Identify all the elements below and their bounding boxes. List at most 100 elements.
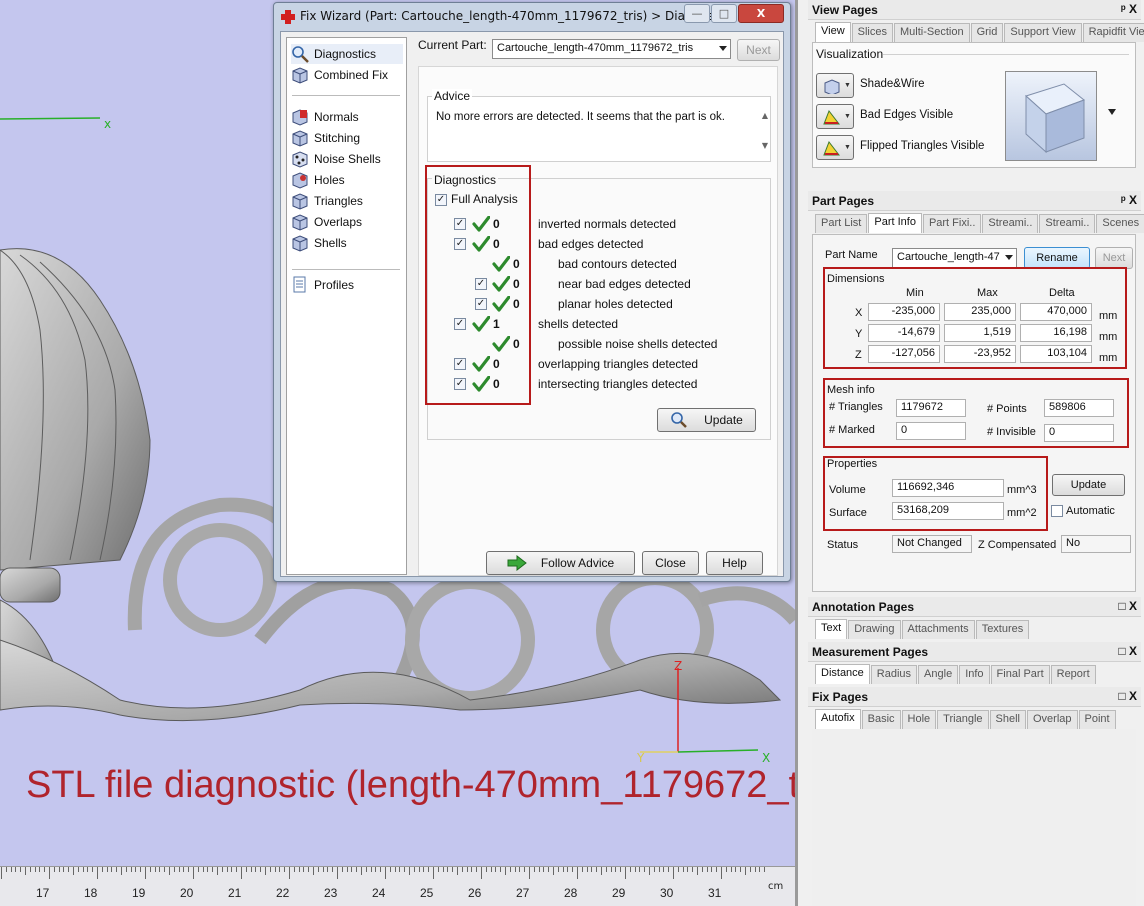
- diagnostics-update-button[interactable]: Update: [657, 408, 756, 432]
- pin-icon[interactable]: ᵖ: [1121, 193, 1126, 207]
- fix-pages-header: Fix Pages □ X: [808, 687, 1141, 707]
- pin-icon[interactable]: ᵖ: [1121, 2, 1126, 16]
- ruler-tick: [543, 867, 545, 872]
- scroll-up-icon[interactable]: ▲: [762, 111, 768, 120]
- float-icon[interactable]: □: [1118, 644, 1125, 658]
- ruler-tick: [77, 867, 79, 872]
- ruler: 17 18 19 20 21 22 23 24 25 26 27 28 29 30 31 cm: [0, 866, 795, 906]
- nav-item-normals[interactable]: Normals: [291, 107, 403, 127]
- view-cube-preview[interactable]: [1005, 71, 1097, 161]
- ruler-tick: [1, 867, 2, 879]
- ruler-tick: [332, 867, 334, 872]
- tab-streami-[interactable]: Streami..: [982, 214, 1039, 233]
- maximize-button[interactable]: □: [711, 4, 737, 23]
- tab-slices[interactable]: Slices: [851, 23, 893, 42]
- panel-controls[interactable]: ᵖ X: [1121, 2, 1137, 16]
- nav-item-holes[interactable]: Holes: [291, 170, 403, 190]
- tab-distance[interactable]: Distance: [815, 664, 870, 684]
- tab-overlap[interactable]: Overlap: [1026, 710, 1078, 729]
- panel-close-icon[interactable]: X: [1129, 599, 1137, 613]
- tab-autofix[interactable]: Autofix: [815, 709, 861, 729]
- properties-update-button[interactable]: Update: [1052, 474, 1125, 496]
- tab-rapidfit-view[interactable]: Rapidfit View: [1082, 23, 1144, 42]
- nav-item-triangles[interactable]: Triangles: [291, 191, 403, 211]
- tab-drawing[interactable]: Drawing: [848, 620, 901, 639]
- tab-final-part[interactable]: Final Part: [990, 665, 1050, 684]
- panel-close-icon[interactable]: X: [1129, 193, 1137, 207]
- tab-part-info[interactable]: Part Info: [868, 213, 922, 233]
- nav-item-label: Triangles: [314, 194, 363, 208]
- next-button[interactable]: Next: [737, 39, 780, 61]
- nav-item-shells[interactable]: Shells: [291, 233, 403, 253]
- bad-edges-toggle[interactable]: ▼: [816, 104, 854, 129]
- tab-triangle[interactable]: Triangle: [937, 710, 989, 729]
- nav-item-overlaps[interactable]: Overlaps: [291, 212, 403, 232]
- panel-close-icon[interactable]: X: [1129, 2, 1137, 16]
- tab-part-list[interactable]: Part List: [815, 214, 868, 233]
- part-name-select[interactable]: Cartouche_length-47: [892, 248, 1017, 268]
- ruler-tick: [375, 867, 377, 872]
- annotation-highlight-diagnostics: [425, 165, 531, 405]
- tab-text[interactable]: Text: [815, 619, 848, 639]
- ruler-tick: [245, 867, 247, 872]
- tab-shell[interactable]: Shell: [989, 710, 1026, 729]
- ruler-tick: [653, 867, 655, 872]
- tab-grid[interactable]: Grid: [970, 23, 1004, 42]
- current-part-select[interactable]: Cartouche_length-470mm_1179672_tris: [492, 39, 731, 59]
- tab-scenes[interactable]: Scenes: [1096, 214, 1144, 233]
- panel-close-icon[interactable]: X: [1129, 689, 1137, 703]
- minimize-button[interactable]: —: [684, 4, 710, 23]
- nav-item-stitching[interactable]: Stitching: [291, 128, 403, 148]
- shade-wire-toggle[interactable]: ▼: [816, 73, 854, 98]
- tab-hole[interactable]: Hole: [901, 710, 937, 729]
- tab-multi-section[interactable]: Multi-Section: [894, 23, 970, 42]
- help-button[interactable]: Help: [706, 551, 763, 575]
- nav-item-diagnostics[interactable]: Diagnostics: [291, 44, 403, 64]
- close-button[interactable]: Close: [642, 551, 699, 575]
- tab-support-view[interactable]: Support View: [1004, 23, 1082, 42]
- float-icon[interactable]: □: [1118, 599, 1125, 613]
- ruler-tick: [5, 867, 7, 872]
- tab-streami-[interactable]: Streami..: [1039, 214, 1096, 233]
- close-window-button[interactable]: X: [738, 4, 784, 23]
- tab-view[interactable]: View: [815, 22, 851, 42]
- flipped-triangles-toggle[interactable]: ▼: [816, 135, 854, 160]
- panel-controls[interactable]: □ X: [1118, 599, 1137, 613]
- panel-close-icon[interactable]: X: [1129, 644, 1137, 658]
- follow-advice-button[interactable]: Follow Advice: [486, 551, 635, 575]
- tab-basic[interactable]: Basic: [861, 710, 901, 729]
- nav-item-noise-shells[interactable]: Noise Shells: [291, 149, 403, 169]
- panel-controls[interactable]: ᵖ X: [1121, 193, 1137, 207]
- scroll-down-icon[interactable]: ▼: [762, 141, 768, 150]
- rename-button[interactable]: Rename: [1024, 247, 1090, 269]
- tab-attachments[interactable]: Attachments: [901, 620, 975, 639]
- tab-radius[interactable]: Radius: [870, 665, 918, 684]
- tab-angle[interactable]: Angle: [918, 665, 959, 684]
- panel-controls[interactable]: □ X: [1118, 644, 1137, 658]
- part-next-button[interactable]: Next: [1095, 247, 1133, 269]
- ruler-tick: [485, 867, 487, 872]
- ruler-tick: [303, 867, 305, 872]
- flipped-triangles-icon: [823, 140, 841, 155]
- panel-controls[interactable]: □ X: [1118, 689, 1137, 703]
- ruler-tick: [423, 867, 425, 872]
- ruler-tick: [149, 867, 151, 872]
- automatic-checkbox[interactable]: [1051, 505, 1063, 517]
- nav-item-label: Shells: [314, 236, 347, 250]
- ruler-tick: [380, 867, 382, 872]
- float-icon[interactable]: □: [1118, 689, 1125, 703]
- view-dropdown-arrow-icon[interactable]: [1108, 109, 1116, 115]
- green-arrow-icon: [507, 555, 527, 571]
- ruler-tick: [644, 867, 646, 872]
- tab-report[interactable]: Report: [1050, 665, 1096, 684]
- ruler-tick: [557, 867, 559, 872]
- magnifier-icon: [671, 412, 688, 428]
- nav-item-profiles[interactable]: Profiles: [291, 275, 403, 295]
- ruler-tick: [394, 867, 396, 872]
- shell-ornament: [0, 248, 151, 711]
- nav-item-combined-fix[interactable]: Combined Fix: [291, 65, 403, 85]
- tab-part-fixi-[interactable]: Part Fixi..: [922, 214, 982, 233]
- tab-textures[interactable]: Textures: [975, 620, 1030, 639]
- tab-point[interactable]: Point: [1078, 710, 1116, 729]
- tab-info[interactable]: Info: [959, 665, 990, 684]
